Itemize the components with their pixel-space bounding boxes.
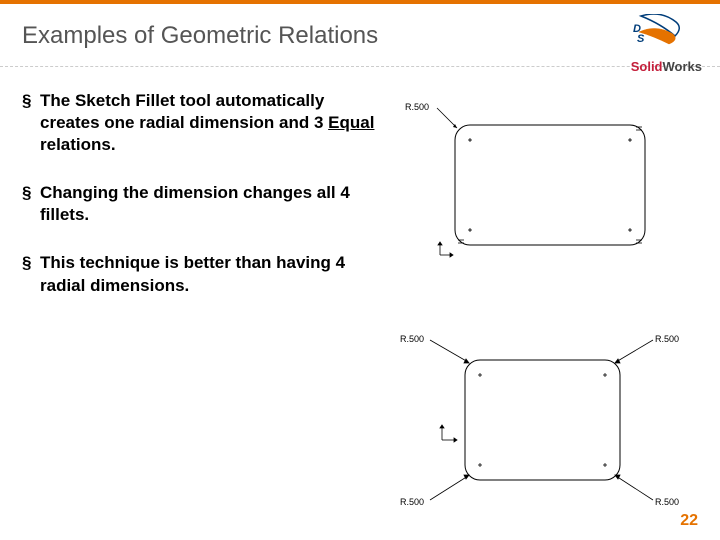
radius-label-br: R.500 <box>655 497 679 507</box>
divider <box>0 66 720 67</box>
ds-logo-icon: D S <box>631 14 691 54</box>
radius-label-bl: R.500 <box>400 497 424 507</box>
page-number: 22 <box>680 512 698 530</box>
bullet-text: relations. <box>40 135 116 154</box>
bullet-item: The Sketch Fillet tool automatically cre… <box>22 90 382 156</box>
logo-prefix: Solid <box>631 59 663 74</box>
radius-label: R.500 <box>405 102 429 112</box>
svg-text:S: S <box>637 33 645 45</box>
logo-suffix: Works <box>663 59 703 74</box>
accent-bar <box>0 0 720 4</box>
radius-label-tr: R.500 <box>655 334 679 344</box>
radius-label-tl: R.500 <box>400 334 424 344</box>
figure-top: R.500 <box>395 100 675 270</box>
bullet-text: This technique is better than having 4 r… <box>40 253 345 294</box>
bullet-item: This technique is better than having 4 r… <box>22 252 382 296</box>
bullet-item: Changing the dimension changes all 4 fil… <box>22 182 382 226</box>
bullet-text: The Sketch Fillet tool automatically cre… <box>40 91 328 132</box>
bullet-text: Changing the dimension changes all 4 fil… <box>40 183 350 224</box>
bullet-list: The Sketch Fillet tool automatically cre… <box>22 90 382 323</box>
brand-logo: D S SolidWorks <box>631 14 702 74</box>
bullet-underline: Equal <box>328 113 374 132</box>
page-title: Examples of Geometric Relations <box>22 22 378 50</box>
figure-bottom: R.500 R.500 R.500 R.500 <box>380 320 700 515</box>
